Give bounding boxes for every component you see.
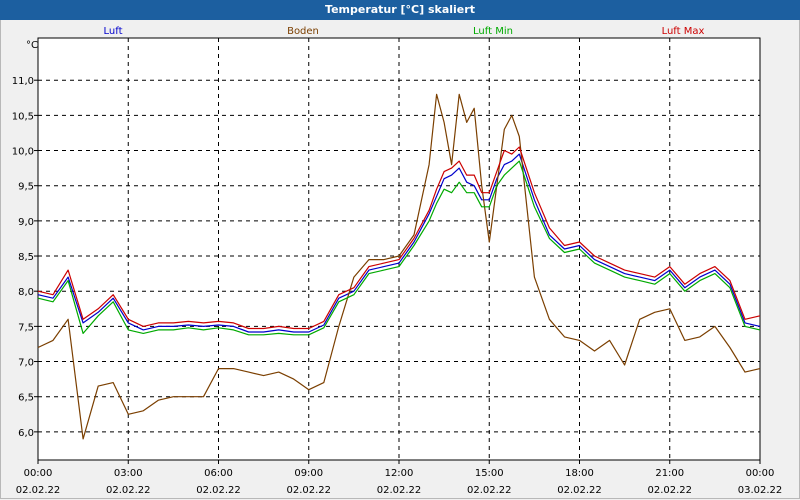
x-tick-date: 03.02.22 xyxy=(738,485,783,496)
x-tick-time: 15:00 xyxy=(475,468,504,479)
x-tick-time: 00:00 xyxy=(746,468,775,479)
x-tick-date: 02.02.22 xyxy=(286,485,331,496)
x-tick-time: 21:00 xyxy=(655,468,684,479)
y-tick-label: 9,0 xyxy=(18,217,34,228)
legend-entry: Luft Min xyxy=(473,26,513,37)
legend: Luft Boden Luft Min Luft Max xyxy=(104,26,705,37)
y-tick-label: 9,5 xyxy=(18,182,34,193)
y-tick-label: 6,0 xyxy=(18,428,34,439)
chart-svg: 6,0 6,5 7,0 7,5 8,0 8,5 9,0 9,5 10,0 10,5 11,0 00:… xyxy=(12,26,783,496)
y-tick-label: 8,0 xyxy=(18,287,34,298)
y-tick-label: 6,5 xyxy=(18,393,34,404)
x-tick-date: 02.02.22 xyxy=(377,485,422,496)
x-tick-date: 02.02.22 xyxy=(16,485,61,496)
y-tick-label: 7,0 xyxy=(18,358,34,369)
x-tick-time: 09:00 xyxy=(294,468,323,479)
x-tick-time: 06:00 xyxy=(204,468,233,479)
x-tick-time: 12:00 xyxy=(385,468,414,479)
x-tick-date: 02.02.22 xyxy=(557,485,602,496)
y-tick-label: 7,5 xyxy=(18,322,34,333)
y-tick-label: 8,5 xyxy=(18,252,34,263)
y-axis: 6,0 6,5 7,0 7,5 8,0 8,5 9,0 9,5 10,0 10,5 11,0 xyxy=(12,76,38,439)
x-tick-date: 02.02.22 xyxy=(467,485,512,496)
x-axis: 00:00 02.02.22 03:00 02.02.22 06:00 02.02.22 0… xyxy=(16,460,783,496)
y-tick-label: 10,0 xyxy=(12,147,34,158)
x-tick-time: 03:00 xyxy=(114,468,143,479)
x-tick-time: 18:00 xyxy=(565,468,594,479)
legend-entry: Luft Max xyxy=(662,26,705,37)
y-tick-label: 11,0 xyxy=(12,76,34,87)
x-tick-time: 00:00 xyxy=(24,468,53,479)
legend-entry: Luft xyxy=(104,26,123,37)
y-axis-unit: °C xyxy=(26,40,38,51)
legend-entry: Boden xyxy=(287,26,319,37)
x-tick-date: 02.02.22 xyxy=(106,485,151,496)
y-tick-label: 10,5 xyxy=(12,111,34,122)
x-tick-date: 02.02.22 xyxy=(647,485,692,496)
x-tick-date: 02.02.22 xyxy=(196,485,241,496)
